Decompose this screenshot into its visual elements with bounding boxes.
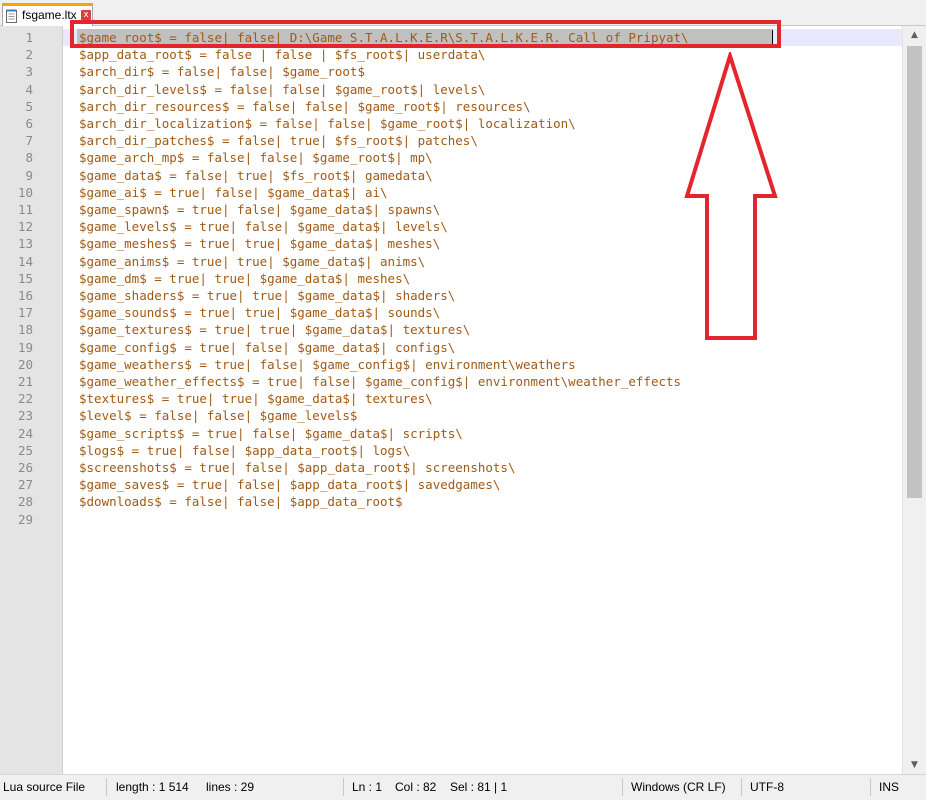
annotation-up-arrow-icon <box>684 52 778 340</box>
code-line[interactable]: $level$ = false| false| $game_levels$ <box>79 407 357 424</box>
code-line[interactable]: $game_meshes$ = true| true| $game_data$|… <box>79 235 440 252</box>
status-length: length : 1 514 <box>116 780 189 794</box>
code-line[interactable]: $game_ai$ = true| false| $game_data$| ai… <box>79 184 388 201</box>
status-ln: Ln : 1 <box>352 780 383 794</box>
line-number: 13 <box>17 236 33 252</box>
status-divider <box>741 778 742 796</box>
line-number: 7 <box>25 133 33 149</box>
tab-label: fsgame.ltx <box>22 8 77 22</box>
scroll-up-arrow-icon[interactable]: ▲ <box>903 26 926 44</box>
code-line[interactable]: $game_weather_effects$ = true| false| $g… <box>79 373 681 390</box>
code-line[interactable]: $game_arch_mp$ = false| false| $game_roo… <box>79 149 433 166</box>
notepad-file-icon <box>6 9 17 23</box>
status-encoding[interactable]: UTF-8 <box>750 780 784 794</box>
line-number: 14 <box>17 253 33 269</box>
code-line[interactable]: $game_scripts$ = true| false| $game_data… <box>79 425 463 442</box>
line-number: 26 <box>17 460 33 475</box>
line-number: 8 <box>25 150 33 166</box>
annotation-highlight-box <box>70 20 781 48</box>
code-line[interactable]: $arch_dir_localization$ = false| false| … <box>79 115 576 132</box>
code-line[interactable]: $game_levels$ = true| false| $game_data$… <box>79 218 448 235</box>
code-line[interactable]: $arch_dir_patches$ = false| true| $fs_ro… <box>79 132 478 149</box>
code-line[interactable]: $game_config$ = true| false| $game_data$… <box>79 339 455 356</box>
status-bar: Lua source File length : 1 514 lines : 2… <box>0 774 926 800</box>
status-lines: lines : 29 <box>206 780 255 794</box>
code-line[interactable]: $arch_dir_resources$ = false| false| $ga… <box>79 98 531 115</box>
line-number: 15 <box>17 270 33 286</box>
code-line[interactable]: $game_dm$ = true| true| $game_data$| mes… <box>79 270 410 287</box>
code-line[interactable]: $arch_dir_levels$ = false| false| $game_… <box>79 81 485 98</box>
line-number: 20 <box>17 356 33 372</box>
line-number: 23 <box>17 408 33 424</box>
code-line[interactable]: $game_shaders$ = true| true| $game_data$… <box>79 287 455 304</box>
line-number: 21 <box>17 374 33 389</box>
code-line[interactable]: $game_anims$ = true| true| $game_data$| … <box>79 253 425 270</box>
line-number: 12 <box>17 219 33 235</box>
status-divider <box>106 778 107 796</box>
line-number: 16 <box>17 288 33 303</box>
code-line[interactable]: $screenshots$ = true| false| $app_data_r… <box>79 459 516 476</box>
code-line[interactable]: $logs$ = true| false| $app_data_root$| l… <box>79 442 410 459</box>
code-line[interactable]: $arch_dir$ = false| false| $game_root$ <box>79 63 365 80</box>
scrollbar-thumb[interactable] <box>907 46 922 498</box>
code-line[interactable]: $game_data$ = false| true| $fs_root$| ga… <box>79 167 433 184</box>
line-number: 27 <box>17 477 33 493</box>
line-number: 29 <box>17 511 33 527</box>
status-col: Col : 82 <box>395 780 437 794</box>
code-line[interactable]: $game_saves$ = true| false| $app_data_ro… <box>79 476 500 493</box>
code-line[interactable]: $game_sounds$ = true| true| $game_data$|… <box>79 304 440 321</box>
line-number: 10 <box>17 184 33 200</box>
status-divider <box>622 778 623 796</box>
code-line[interactable]: $game_weathers$ = true| false| $game_con… <box>79 356 576 373</box>
line-number-gutter: 1 2 3 4 5 6 7 8 9 10 11 12 13 14 15 16 1… <box>0 26 63 774</box>
vertical-scrollbar[interactable]: ▲ ▼ <box>902 26 926 774</box>
code-line[interactable]: $game_spawn$ = true| false| $game_data$|… <box>79 201 440 218</box>
line-number: 2 <box>25 47 33 63</box>
status-divider <box>343 778 344 796</box>
status-divider <box>870 778 871 796</box>
line-number: 18 <box>17 322 33 338</box>
line-number: 17 <box>17 305 33 321</box>
line-number: 9 <box>25 167 33 183</box>
close-tab-icon[interactable]: x <box>81 10 91 20</box>
line-number: 6 <box>25 116 33 131</box>
line-number: 4 <box>25 81 33 97</box>
line-number: 19 <box>17 339 33 355</box>
status-insert-mode[interactable]: INS <box>879 780 899 794</box>
code-line[interactable]: $game_textures$ = true| true| $game_data… <box>79 321 470 338</box>
status-file-type: Lua source File <box>3 780 86 794</box>
line-number: 25 <box>17 442 33 458</box>
scroll-down-arrow-icon[interactable]: ▼ <box>903 756 926 774</box>
line-number: 1 <box>25 30 33 45</box>
line-number: 22 <box>17 391 33 407</box>
line-number: 24 <box>17 425 33 441</box>
line-number: 28 <box>17 494 33 510</box>
code-line[interactable]: $app_data_root$ = false | false | $fs_ro… <box>79 46 485 63</box>
line-number: 3 <box>25 64 33 80</box>
status-eol[interactable]: Windows (CR LF) <box>631 780 726 794</box>
status-sel: Sel : 81 | 1 <box>450 780 508 794</box>
line-number: 11 <box>17 202 33 217</box>
code-line[interactable]: $downloads$ = false| false| $app_data_ro… <box>79 493 403 510</box>
code-line[interactable]: $textures$ = true| true| $game_data$| te… <box>79 390 433 407</box>
line-number: 5 <box>25 98 33 114</box>
